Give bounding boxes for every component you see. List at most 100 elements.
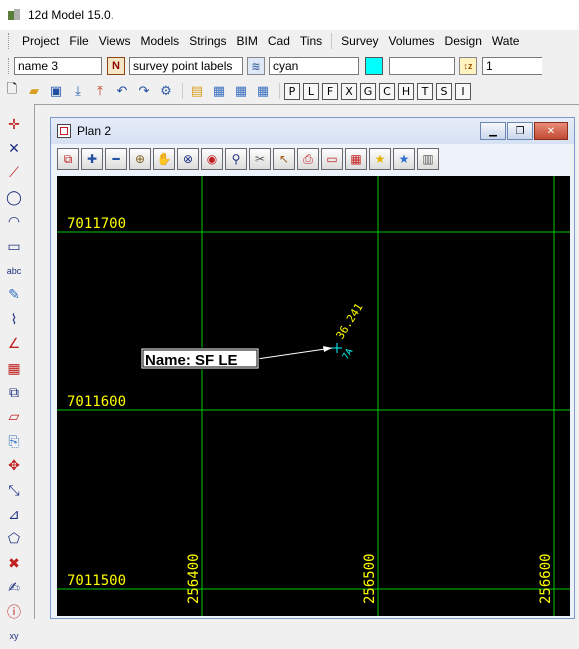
text-style-field[interactable]: survey point labels (129, 57, 243, 75)
menu-water[interactable]: Wate (487, 34, 525, 48)
survey-point-id: 7A (341, 347, 356, 362)
view-icon-a[interactable]: ▦ (209, 81, 229, 101)
move-icon[interactable]: ✥ (2, 453, 26, 477)
tools-icon[interactable]: ✂ (249, 148, 271, 170)
open-folder-icon[interactable]: ▰ (24, 81, 44, 101)
layers-stack-icon[interactable]: ▭ (321, 148, 343, 170)
plan-window: Plan 2 ▁ ❐ ✕ ⧉ ✚ ━ ⊕ ✋ ⊗ ◉ ⚲ ✂ ↖ ⎙ ▭ ▦ ★… (50, 117, 575, 619)
edit-icon[interactable]: ⧉ (2, 380, 26, 404)
snap-x-button[interactable]: X (341, 82, 357, 100)
trim-icon[interactable]: ⊿ (2, 502, 26, 526)
settings-gear-icon[interactable]: ⚙ (156, 81, 176, 101)
copy-icon[interactable]: ⎘ (2, 429, 26, 453)
z-pick-icon[interactable]: ↕z (459, 57, 477, 75)
menu-models[interactable]: Models (136, 34, 185, 48)
arc-icon[interactable]: ◠ (2, 210, 26, 234)
snap-g-button[interactable]: G (360, 82, 376, 100)
z-value-field[interactable] (389, 57, 455, 75)
info-icon[interactable]: ⓘ (2, 600, 26, 624)
table-icon[interactable]: ▦ (2, 356, 26, 380)
menu-survey[interactable]: Survey (336, 34, 383, 48)
export-icon[interactable]: ⤒ (90, 81, 110, 101)
zoom-point-icon[interactable]: ⊗ (177, 148, 199, 170)
panel-icon[interactable]: ▥ (417, 148, 439, 170)
close-button[interactable]: ✕ (534, 122, 568, 140)
text-icon[interactable]: abc (2, 258, 26, 282)
name-pick-button[interactable]: N (107, 57, 125, 75)
menu-design[interactable]: Design (440, 34, 487, 48)
folder-view-icon[interactable]: ▤ (187, 81, 207, 101)
scale-icon[interactable]: ⤡ (2, 478, 26, 502)
zoom-window-icon[interactable]: ⊕ (129, 148, 151, 170)
view-icon-b[interactable]: ▦ (231, 81, 251, 101)
view-icon-c[interactable]: ▦ (253, 81, 273, 101)
minimize-button[interactable]: ▁ (480, 122, 506, 140)
menu-volumes[interactable]: Volumes (384, 34, 440, 48)
string-icon[interactable]: ⌇ (2, 307, 26, 331)
pick-icon[interactable]: ↖ (273, 148, 295, 170)
zoom-out-icon[interactable]: ━ (105, 148, 127, 170)
snap-s-button[interactable]: S (436, 82, 452, 100)
plan-window-title: Plan 2 (77, 124, 112, 138)
weight-field[interactable]: 1 (482, 57, 542, 75)
layers-icon[interactable]: ≋ (247, 57, 265, 75)
plan-canvas[interactable]: 7011700 7011600 7011500 256400 256500 25… (57, 176, 570, 616)
rectangle-icon[interactable]: ▭ (2, 234, 26, 258)
menu-views[interactable]: Views (94, 34, 136, 48)
snap-t-button[interactable]: T (417, 82, 433, 100)
delete-icon[interactable]: ✖ (2, 551, 26, 575)
plan-window-titlebar[interactable]: Plan 2 ▁ ❐ ✕ (51, 118, 574, 144)
import-icon[interactable]: ⤓ (68, 81, 88, 101)
easting-label: 256500 (362, 553, 378, 604)
snap-l-button[interactable]: L (303, 82, 319, 100)
restore-button[interactable]: ❐ (507, 122, 533, 140)
polygon-icon[interactable]: ⬠ (2, 527, 26, 551)
menu-grip[interactable] (8, 33, 11, 49)
zoom-extent-icon[interactable]: ◉ (201, 148, 223, 170)
menu-strings[interactable]: Strings (184, 34, 231, 48)
plan-drawing[interactable]: 7011700 7011600 7011500 256400 256500 25… (57, 176, 570, 616)
sketch-icon[interactable]: ✍ (2, 575, 26, 599)
propbar-grip[interactable] (8, 58, 11, 74)
dimension-icon[interactable]: ∠ (2, 332, 26, 356)
snap-i-button[interactable]: I (455, 82, 471, 100)
cross-icon[interactable]: ✕ (2, 136, 26, 160)
magnify-icon[interactable]: ⚲ (225, 148, 247, 170)
leader-arrowhead (323, 346, 332, 352)
redo-icon[interactable]: ↷ (134, 81, 154, 101)
line-icon[interactable]: ⟋ (2, 161, 26, 185)
menu-project[interactable]: Project (17, 34, 64, 48)
print-icon[interactable]: ⎙ (297, 148, 319, 170)
menu-file[interactable]: File (64, 34, 93, 48)
colour-swatch[interactable] (365, 57, 383, 75)
point-icon[interactable]: ✛ (2, 112, 26, 136)
pan-icon[interactable]: ✋ (153, 148, 175, 170)
snap-p-button[interactable]: P (284, 82, 300, 100)
new-icon[interactable]: 🗋 (2, 81, 22, 101)
undo-icon[interactable]: ↶ (112, 81, 132, 101)
circle-icon[interactable]: ◯ (2, 185, 26, 209)
save-icon[interactable]: ▣ (46, 81, 66, 101)
grid-icon[interactable]: ▦ (345, 148, 367, 170)
xy-icon[interactable]: xy (2, 624, 26, 648)
label-leader-line (256, 347, 333, 360)
easting-label: 256400 (186, 553, 202, 604)
fit-view-icon[interactable]: ⧉ (57, 148, 79, 170)
menu-tins[interactable]: Tins (295, 34, 327, 48)
snap-f-button[interactable]: F (322, 82, 338, 100)
property-bar: name 3 N survey point labels ≋ cyan ↕z 1 (0, 54, 579, 78)
name-field[interactable]: name 3 (14, 57, 102, 75)
snap-h-button[interactable]: H (398, 82, 414, 100)
colour-field[interactable]: cyan (269, 57, 359, 75)
menu-bim[interactable]: BIM (232, 34, 263, 48)
select-icon[interactable]: ▱ (2, 405, 26, 429)
zoom-in-icon[interactable]: ✚ (81, 148, 103, 170)
menu-cad[interactable]: Cad (263, 34, 295, 48)
plan-view-icon (57, 124, 71, 138)
12d-app-icon (8, 8, 22, 22)
snap-c-button[interactable]: C (379, 82, 395, 100)
favourite-star-icon[interactable]: ★ (369, 148, 391, 170)
northing-label: 7011500 (67, 573, 126, 589)
favourites-star-icon[interactable]: ★ (393, 148, 415, 170)
pen-icon[interactable]: ✎ (2, 283, 26, 307)
